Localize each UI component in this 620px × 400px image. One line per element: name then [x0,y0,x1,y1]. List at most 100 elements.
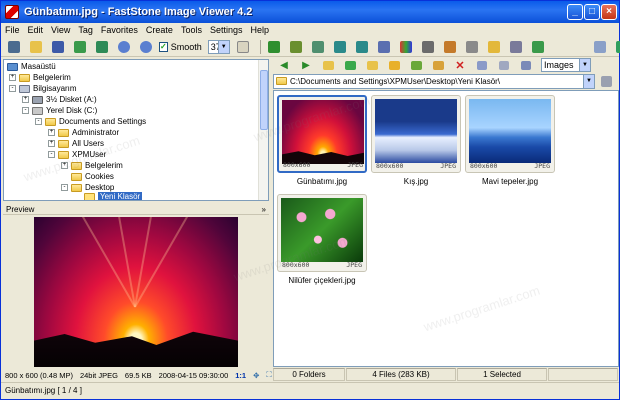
collapse-icon[interactable]: - [61,184,68,191]
rotate-right-button[interactable] [353,39,371,55]
title-bar[interactable]: Günbatımı.jpg - FastStone Image Viewer 4… [1,1,619,23]
menu-help[interactable]: Help [250,25,269,35]
fullscreen-preview-icon[interactable]: ⛶ [266,370,271,380]
print-button[interactable] [507,39,525,55]
refresh-button[interactable] [341,57,359,73]
app-icon[interactable] [5,5,19,19]
menu-settings[interactable]: Settings [210,25,243,35]
favorites-button[interactable] [385,57,403,73]
tree-item[interactable]: - XPMUser [48,149,106,160]
sort-button[interactable] [517,57,535,73]
chevron-down-icon[interactable]: ▼ [583,74,594,88]
thumbnail-caption[interactable]: Mavi tepeler.jpg [462,177,558,186]
close-button[interactable]: × [601,4,617,20]
thumbnail-card[interactable]: 800x600 JPEG [465,95,555,173]
bottom-status-bar: Günbatımı.jpg [ 1 / 4 ] [1,382,619,398]
tag-button[interactable] [529,39,547,55]
move-folder-button[interactable] [429,57,447,73]
tree-item[interactable]: + All Users [48,138,104,149]
thumbnail-grid[interactable]: 800x600 JPEG Günbatımı.jpg 800x600 JPEG Kı… [273,90,619,367]
menu-view[interactable]: View [51,25,70,35]
open-button[interactable] [27,39,45,55]
tree-item[interactable]: + Belgelerim [9,72,71,83]
menu-create[interactable]: Create [146,25,173,35]
expand-icon[interactable]: + [48,129,55,136]
collapse-icon[interactable]: - [35,118,42,125]
new-folder-button[interactable] [363,57,381,73]
move-to-button[interactable] [287,39,305,55]
expand-icon[interactable]: + [48,140,55,147]
hand-tool-button[interactable] [234,39,252,55]
actual-size-button[interactable]: 1:1 [235,371,246,380]
email-button[interactable] [485,39,503,55]
browse-button[interactable] [5,39,23,55]
tree-item[interactable]: - Yerel Disk (C:) [22,105,97,116]
rotate-left-button[interactable] [331,39,349,55]
thumbnail-caption[interactable]: Kış.jpg [368,177,464,186]
thumbnail-view-button[interactable] [473,57,491,73]
folder-tree[interactable]: Masaüstü + Belgelerim - Bilgisayarım + 3… [3,59,269,201]
copy-folder-button[interactable] [407,57,425,73]
slideshow-button[interactable] [71,39,89,55]
batch-icon [443,40,456,53]
zoom-out-button[interactable] [137,39,155,55]
thumbnail-image-blue-hills [469,99,551,163]
thumbnail-caption[interactable]: Günbatımı.jpg [274,177,370,186]
chevron-down-icon: ▼ [217,40,229,53]
crop-button[interactable] [419,39,437,55]
menu-favorites[interactable]: Favorites [101,25,138,35]
tree-item[interactable]: + Administrator [48,127,119,138]
save-button[interactable] [49,39,67,55]
compare-button[interactable] [309,39,327,55]
back-button[interactable]: ◀ [275,57,293,73]
menu-edit[interactable]: Edit [28,25,44,35]
zoom-in-button[interactable] [115,39,133,55]
menu-tools[interactable]: Tools [181,25,202,35]
collapse-icon[interactable]: - [48,151,55,158]
exit-fullscreen-button[interactable] [613,39,620,55]
path-input[interactable]: C:\Documents and Settings\XPMUser\Deskto… [273,73,595,89]
minimize-button[interactable]: _ [567,4,583,20]
tree-item[interactable]: Cookies [71,171,114,182]
fit-icon[interactable]: ✥ [253,371,259,380]
layout-button[interactable] [591,39,609,55]
collapse-icon[interactable]: - [9,85,16,92]
up-folder-button[interactable] [319,57,337,73]
thumbnail-card[interactable]: 800x600 JPEG [277,95,367,173]
resize-button[interactable] [375,39,393,55]
scan-button[interactable] [463,39,481,55]
menu-tag[interactable]: Tag [78,25,93,35]
menu-file[interactable]: File [5,25,20,35]
delete-button[interactable]: ✕ [451,57,469,73]
expand-icon[interactable]: + [9,74,16,81]
tree-item[interactable]: + 3½ Disket (A:) [22,94,97,105]
image-dimensions: 800 x 600 (0.48 MP) [5,370,73,380]
tree-item[interactable]: + Belgelerim [61,160,123,171]
tree-item[interactable]: - Documents and Settings [35,116,146,127]
preview-image[interactable] [34,217,238,367]
tree-item[interactable]: Masaüstü [7,61,56,72]
fullscreen-button[interactable] [93,39,111,55]
tree-vertical-scrollbar[interactable] [258,60,268,200]
collapse-panel-icon[interactable]: » [262,204,266,215]
tree-item[interactable]: - Bilgisayarım [9,83,77,94]
thumbnail-card[interactable]: 800x600 JPEG [277,194,367,272]
menu-bar: File Edit View Tag Favorites Create Tool… [1,23,619,37]
maximize-button[interactable]: □ [584,4,600,20]
thumbnail-card[interactable]: 800x600 JPEG [371,95,461,173]
collapse-icon[interactable]: - [22,107,29,114]
history-button[interactable] [597,73,615,89]
copy-to-button[interactable] [265,39,283,55]
expand-icon[interactable]: + [61,162,68,169]
forward-button[interactable]: ▶ [297,57,315,73]
filter-combo[interactable]: Images ▼ [541,58,591,72]
adjust-colors-button[interactable] [397,39,415,55]
list-view-button[interactable] [495,57,513,73]
zoom-combo[interactable]: 37% ▼ [207,39,230,54]
batch-button[interactable] [441,39,459,55]
thumbnail-caption[interactable]: Nilüfer çiçekleri.jpg [274,276,370,285]
expand-icon[interactable]: + [22,96,29,103]
tree-item-selected[interactable]: Yeni Klasör [84,191,143,200]
smooth-checkbox[interactable]: ✓ [159,41,168,52]
scrollbar-thumb[interactable] [260,70,268,130]
